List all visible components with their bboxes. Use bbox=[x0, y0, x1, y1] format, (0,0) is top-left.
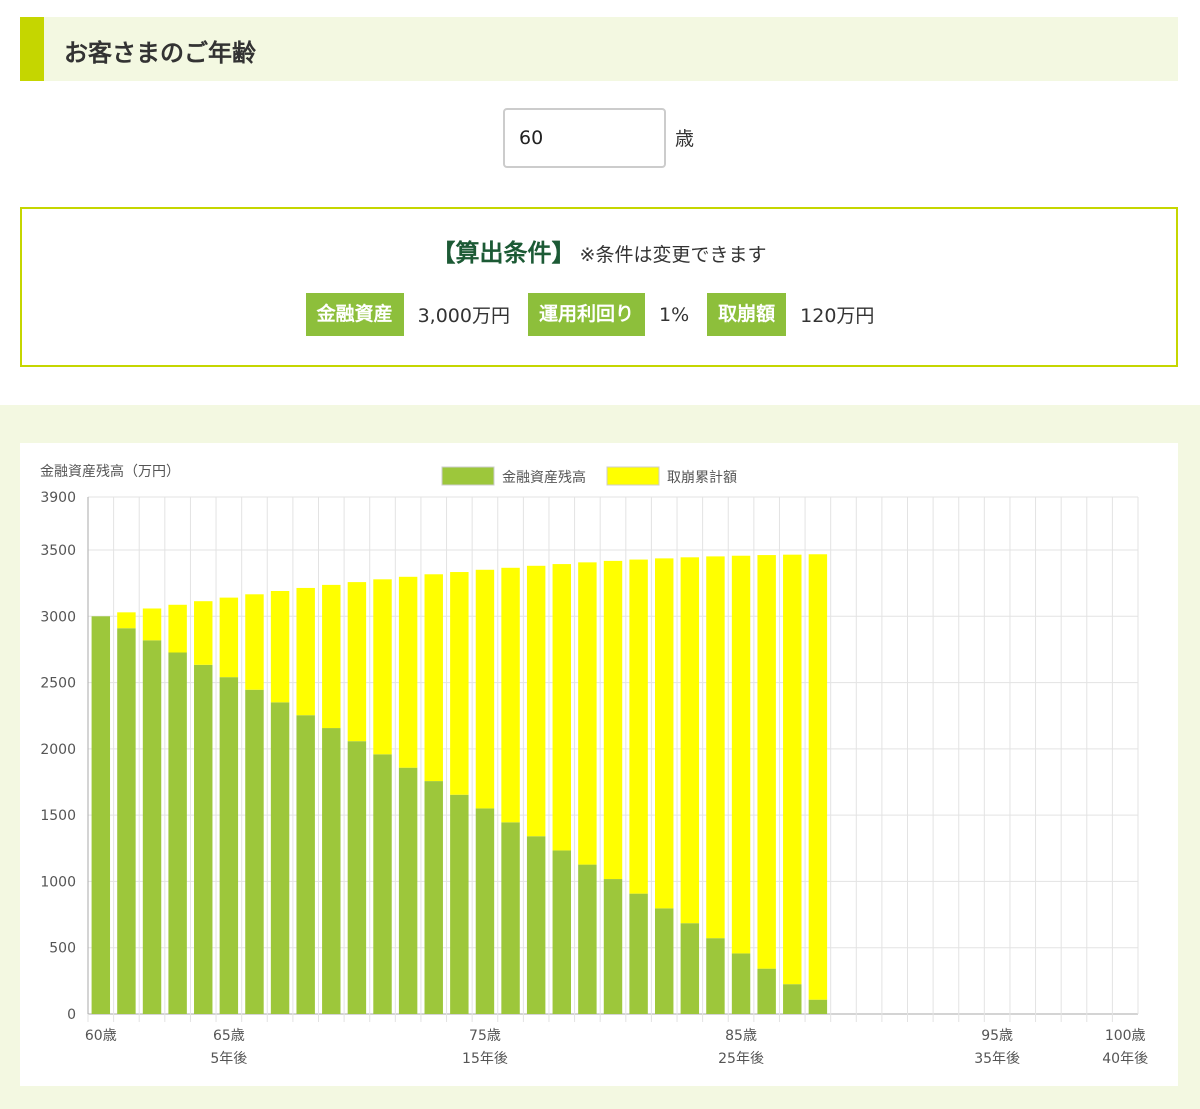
y-tick-label: 500 bbox=[49, 941, 76, 957]
chart-panel: 0 500 1000 1500 2000 2500 3000 3500 3900 60歳 65歳 5年… bbox=[20, 443, 1178, 1086]
bar-cumulative-withdrawal bbox=[526, 565, 546, 837]
bar-asset-balance bbox=[501, 822, 520, 1014]
bar-cumulative-withdrawal bbox=[629, 559, 648, 894]
bar-cumulative-withdrawal bbox=[552, 564, 571, 851]
bar-cumulative-withdrawal bbox=[347, 582, 367, 742]
bar-cumulative-withdrawal bbox=[578, 562, 597, 865]
section-title: お客さまのご年齢 bbox=[64, 39, 256, 67]
y-tick-label: 3500 bbox=[40, 543, 76, 559]
bar-asset-balance bbox=[296, 715, 315, 1014]
legend-label-cumulative-withdrawal: 取崩累計額 bbox=[667, 470, 737, 486]
bar-asset-balance bbox=[603, 879, 623, 1014]
bar-cumulative-withdrawal bbox=[296, 587, 315, 716]
bar-asset-balance bbox=[475, 808, 495, 1014]
bar-asset-balance bbox=[322, 728, 341, 1014]
bar-cumulative-withdrawal bbox=[219, 597, 239, 678]
bar-cumulative-withdrawal bbox=[373, 579, 392, 755]
condition-badge-withdrawal[interactable]: 取崩額 bbox=[707, 293, 787, 336]
condition-value-assets: 3,000万円 bbox=[417, 305, 510, 327]
section-header: お客さまのご年齢 bbox=[20, 17, 1178, 81]
x-tick-label: 85歳 bbox=[725, 1028, 757, 1044]
bar-asset-balance bbox=[757, 968, 776, 1014]
legend-swatch-cumulative-withdrawal bbox=[606, 466, 660, 486]
bar-asset-balance bbox=[526, 836, 546, 1014]
bar-cumulative-withdrawal bbox=[783, 554, 802, 985]
x-tick-label: 75歳 bbox=[469, 1028, 501, 1044]
condition-badge-assets[interactable]: 金融資産 bbox=[305, 293, 404, 336]
x-tick-label: 60歳 bbox=[85, 1028, 117, 1044]
bar-cumulative-withdrawal bbox=[398, 576, 418, 768]
bar-asset-balance bbox=[347, 741, 367, 1014]
bar-cumulative-withdrawal bbox=[142, 608, 162, 641]
bar-asset-balance bbox=[552, 850, 571, 1014]
x-tick-sublabel: 25年後 bbox=[718, 1051, 764, 1067]
x-tick-sublabel: 5年後 bbox=[210, 1051, 247, 1067]
bar-cumulative-withdrawal bbox=[603, 560, 623, 880]
bar-cumulative-withdrawal bbox=[117, 612, 136, 629]
y-tick-label: 2500 bbox=[40, 676, 76, 692]
x-tick-sublabel: 35年後 bbox=[974, 1051, 1020, 1067]
condition-value-yield: 1% bbox=[659, 303, 690, 326]
y-tick-label: 3900 bbox=[40, 490, 76, 506]
y-tick-label: 1500 bbox=[40, 808, 76, 824]
bar-cumulative-withdrawal bbox=[808, 554, 828, 1000]
x-tick-label: 65歳 bbox=[213, 1028, 245, 1044]
bar-asset-balance bbox=[398, 767, 418, 1014]
bar-cumulative-withdrawal bbox=[757, 555, 776, 969]
bar-cumulative-withdrawal bbox=[194, 601, 213, 665]
bar-asset-balance bbox=[117, 628, 136, 1014]
bar-asset-balance bbox=[91, 616, 111, 1014]
bar-cumulative-withdrawal bbox=[168, 604, 187, 653]
x-tick-sublabel: 15年後 bbox=[462, 1051, 508, 1067]
age-unit-label: 歳 bbox=[675, 128, 695, 150]
bar-cumulative-withdrawal bbox=[655, 558, 674, 909]
bar-asset-balance bbox=[168, 652, 187, 1014]
bar-asset-balance bbox=[450, 794, 469, 1014]
bar-cumulative-withdrawal bbox=[424, 574, 443, 782]
legend-swatch-asset-balance bbox=[441, 466, 495, 486]
conditions-box: 【算出条件】 ※条件は変更できます 金融資産 3,000万円 運用利回り 1% 取… bbox=[20, 207, 1178, 367]
y-axis-title: 金融資産残高（万円） bbox=[40, 463, 180, 480]
conditions-title-row: 【算出条件】 ※条件は変更できます bbox=[22, 233, 1176, 268]
bar-asset-balance bbox=[680, 923, 700, 1014]
bar-asset-balance bbox=[219, 677, 239, 1014]
y-tick-label: 0 bbox=[67, 1007, 76, 1023]
legend-label-asset-balance: 金融資産残高 bbox=[502, 469, 586, 486]
condition-value-withdrawal: 120万円 bbox=[800, 305, 875, 327]
condition-badge-yield[interactable]: 運用利回り bbox=[527, 293, 645, 336]
conditions-title: 【算出条件】 bbox=[431, 239, 576, 267]
x-tick-label: 100歳 bbox=[1105, 1028, 1146, 1044]
bar-cumulative-withdrawal bbox=[680, 557, 700, 924]
bar-cumulative-withdrawal bbox=[475, 569, 495, 809]
conditions-note: ※条件は変更できます bbox=[579, 244, 767, 266]
bar-cumulative-withdrawal bbox=[450, 572, 469, 795]
bar-asset-balance bbox=[731, 953, 751, 1014]
bar-asset-balance bbox=[578, 864, 597, 1014]
bar-cumulative-withdrawal bbox=[322, 584, 341, 729]
bar-cumulative-withdrawal bbox=[731, 555, 751, 954]
bar-asset-balance bbox=[270, 702, 290, 1014]
bar-asset-balance bbox=[808, 999, 828, 1014]
bar-cumulative-withdrawal bbox=[706, 556, 725, 939]
asset-balance-chart: 0 500 1000 1500 2000 2500 3000 3500 3900 60歳 65歳 5年… bbox=[40, 463, 1148, 1067]
age-input[interactable] bbox=[503, 108, 666, 168]
bar-asset-balance bbox=[655, 908, 674, 1014]
x-tick-sublabel: 40年後 bbox=[1102, 1051, 1148, 1067]
bar-asset-balance bbox=[424, 781, 443, 1014]
bar-cumulative-withdrawal bbox=[501, 567, 520, 823]
bar-asset-balance bbox=[142, 640, 162, 1014]
bar-asset-balance bbox=[706, 938, 725, 1014]
bar-asset-balance bbox=[783, 984, 802, 1014]
bar-asset-balance bbox=[245, 689, 264, 1014]
bar-asset-balance bbox=[373, 754, 392, 1014]
bar-cumulative-withdrawal bbox=[245, 594, 264, 690]
conditions-row: 金融資産 3,000万円 運用利回り 1% 取崩額 120万円 bbox=[22, 293, 1176, 336]
bar-cumulative-withdrawal bbox=[270, 590, 290, 703]
bar-asset-balance bbox=[194, 664, 213, 1014]
y-tick-label: 3000 bbox=[40, 609, 76, 625]
x-tick-label: 95歳 bbox=[981, 1028, 1013, 1044]
bar-asset-balance bbox=[629, 893, 648, 1014]
y-tick-label: 1000 bbox=[40, 874, 76, 890]
y-tick-label: 2000 bbox=[40, 742, 76, 758]
